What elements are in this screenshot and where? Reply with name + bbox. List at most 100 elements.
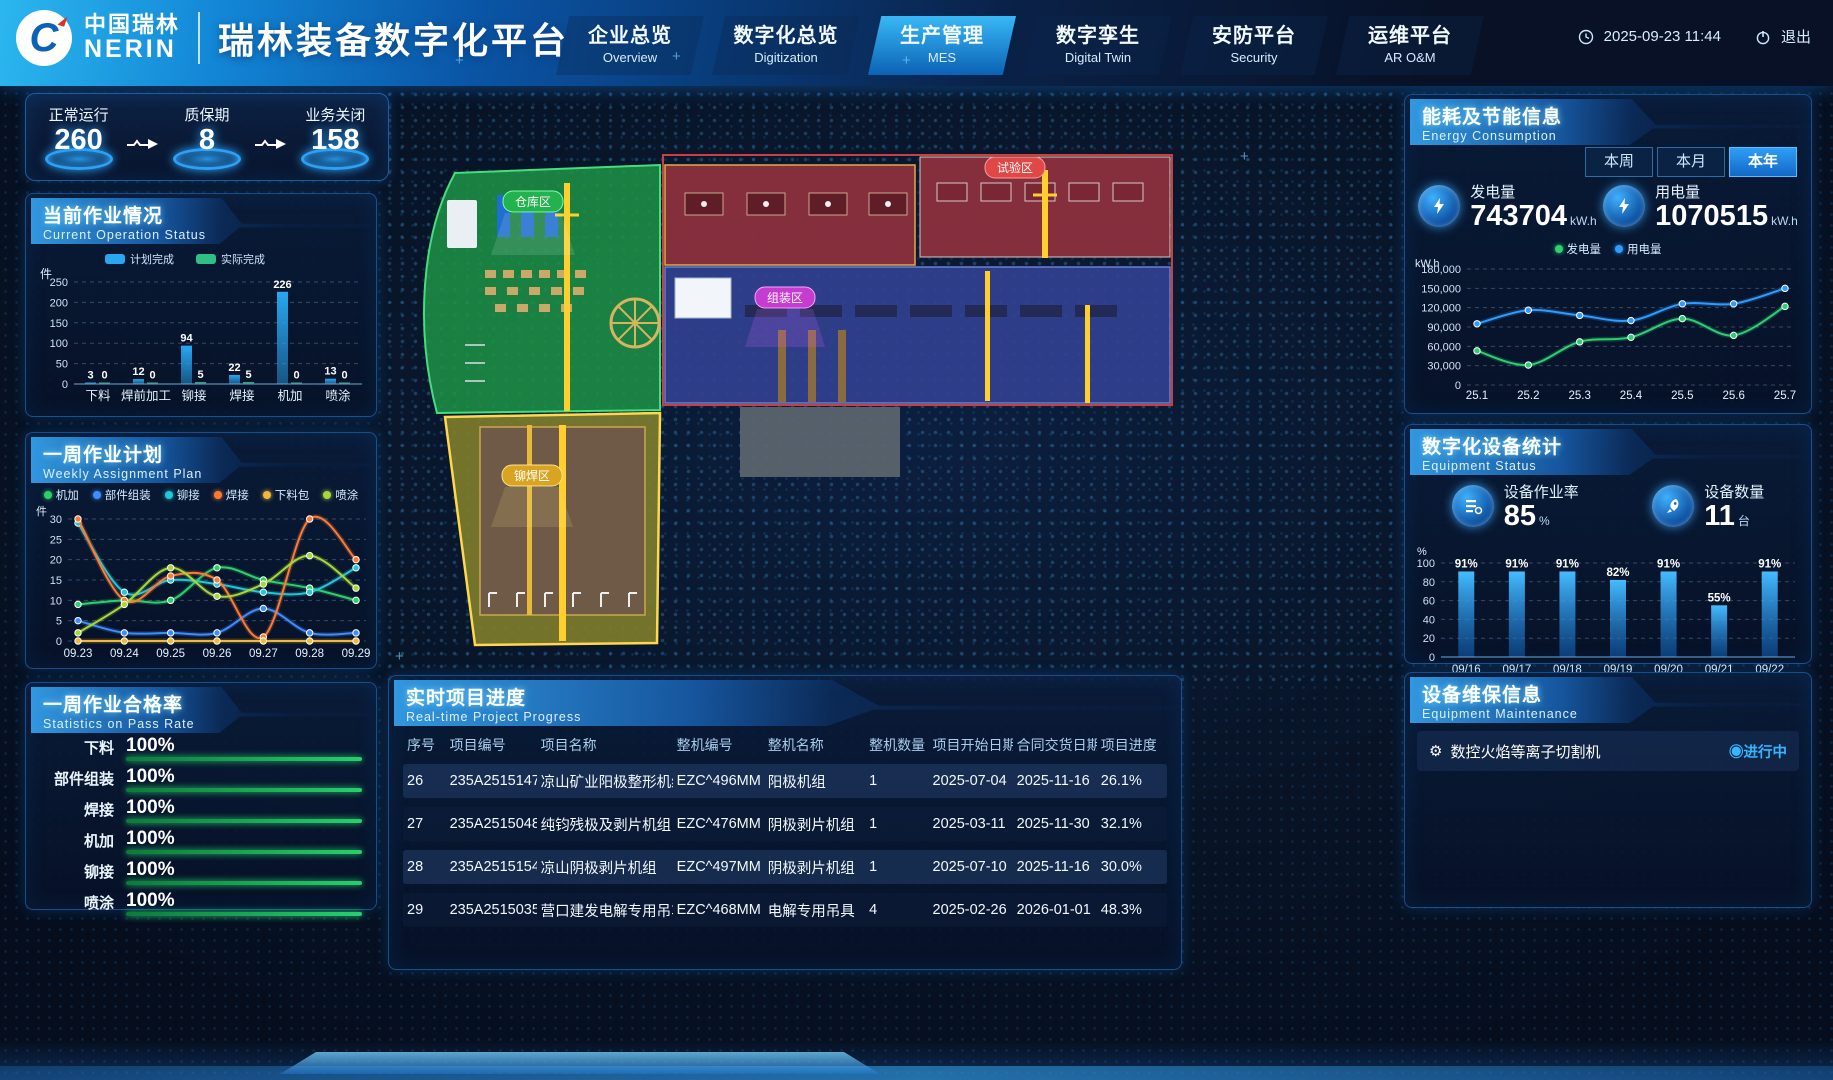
svg-text:180,000: 180,000 xyxy=(1421,264,1461,276)
svg-text:91%: 91% xyxy=(1657,558,1680,570)
svg-text:90,000: 90,000 xyxy=(1427,322,1461,334)
logo: C 中国瑞林 NERIN 瑞林装备数字化平台 xyxy=(16,10,569,66)
progress-bar xyxy=(126,757,362,761)
equipment-panel: 数字化设备统计 Equipment Status 设备作业率 85% 设备数量 … xyxy=(1404,424,1812,664)
svg-text:25.4: 25.4 xyxy=(1620,390,1643,402)
svg-text:铆焊区: 铆焊区 xyxy=(514,468,550,483)
svg-text:09.27: 09.27 xyxy=(249,648,278,660)
svg-text:组装区: 组装区 xyxy=(767,291,803,305)
nav-tab-mes[interactable]: 生产管理MES xyxy=(868,16,1016,75)
svg-text:5: 5 xyxy=(56,616,62,628)
energy-tab[interactable]: 本周 xyxy=(1585,147,1653,177)
svg-text:3: 3 xyxy=(87,370,93,382)
status-dot-icon: ◉ xyxy=(1729,745,1744,761)
nav-tab-digitization[interactable]: 数字化总览Digitization xyxy=(712,16,860,75)
svg-text:25: 25 xyxy=(50,534,62,546)
logo-cn: 中国瑞林 xyxy=(84,13,180,36)
svg-text:13: 13 xyxy=(324,366,336,378)
svg-text:%: % xyxy=(1417,546,1427,558)
metric: 用电量 1070515kW.h xyxy=(1603,181,1798,231)
panel-subtitle: Equipment Status xyxy=(1410,459,1806,473)
progress-bar xyxy=(126,881,362,885)
clock-icon xyxy=(1578,29,1594,45)
legend-item: 焊接 xyxy=(214,487,249,503)
maintenance-item: ⚙ 数控火焰等离子切割机 ◉进行中 xyxy=(1417,731,1799,771)
logo-en: NERIN xyxy=(84,36,180,62)
svg-text:5: 5 xyxy=(245,369,251,381)
panel-subtitle: Energy Consumption xyxy=(1410,129,1806,143)
energy-tab[interactable]: 本月 xyxy=(1657,147,1725,177)
panel-subtitle: Statistics on Pass Rate xyxy=(31,717,371,731)
zone-label-assembly: 组装区 xyxy=(745,287,825,347)
progress-bar xyxy=(126,912,362,916)
pass-rate-list: 下料 100% 部件组装 100% 焊接 100% 机加 100% 铆接 100… xyxy=(36,737,362,923)
equipment-chart: %02040608010091%09/1691%09/1791%09/1882%… xyxy=(1411,543,1805,659)
metric: 设备数量 11台 xyxy=(1652,481,1764,531)
svg-text:09.26: 09.26 xyxy=(203,648,232,660)
gear-icon: ⚙ xyxy=(1429,742,1442,760)
weekly-plan-chart: 件05101520253009.2309.2409.2509.2609.2709… xyxy=(32,505,370,664)
svg-text:计划完成: 计划完成 xyxy=(130,252,174,266)
project-progress-panel: 实时项目进度 Real-time Project Progress 序号项目编号… xyxy=(388,675,1182,970)
svg-text:100: 100 xyxy=(1417,558,1435,570)
pass-rate-row: 下料 100% xyxy=(36,737,362,761)
logout-button[interactable]: 退出 xyxy=(1781,26,1811,47)
panel-subtitle: Equipment Maintenance xyxy=(1410,707,1806,721)
lightning-icon xyxy=(1430,197,1448,215)
svg-text:喷涂: 喷涂 xyxy=(325,388,351,403)
svg-text:试验区: 试验区 xyxy=(997,160,1033,175)
table-row: 26235A2515147凉山矿业阳极整形机组EZC^496MM阳极机组1202… xyxy=(403,764,1167,798)
panel-title: 一周作业合格率 xyxy=(31,687,371,717)
stat-item: 正常运行260 xyxy=(33,104,125,170)
svg-text:件: 件 xyxy=(36,505,47,518)
pass-rate-row: 机加 100% xyxy=(36,830,362,854)
metric: 发电量 743704kW.h xyxy=(1418,181,1596,231)
svg-text:0: 0 xyxy=(101,370,107,382)
svg-text:0: 0 xyxy=(341,370,347,382)
metric: 设备作业率 85% xyxy=(1452,481,1579,531)
legend-item: 机加 xyxy=(44,487,79,503)
svg-text:40: 40 xyxy=(1423,614,1435,626)
svg-text:焊接: 焊接 xyxy=(229,388,255,403)
nav-tab-overview[interactable]: 企业总览Overview xyxy=(556,16,704,75)
nav-tab-security[interactable]: 安防平台Security xyxy=(1180,16,1328,75)
svg-text:150,000: 150,000 xyxy=(1421,283,1461,295)
energy-panel: 能耗及节能信息 Energy Consumption 本周本月本年 发电量 74… xyxy=(1404,94,1812,414)
svg-text:铆接: 铆接 xyxy=(181,388,207,403)
progress-bar xyxy=(126,788,362,792)
pass-rate-row: 部件组装 100% xyxy=(36,768,362,792)
page-title: 瑞林装备数字化平台 xyxy=(218,12,569,64)
svg-text:12: 12 xyxy=(132,366,144,378)
logout-icon[interactable] xyxy=(1755,29,1771,45)
svg-text:0: 0 xyxy=(62,379,68,391)
logo-divider xyxy=(198,12,200,64)
energy-metrics: 发电量 743704kW.h 用电量 1070515kW.h xyxy=(1415,181,1801,231)
pass-rate-row: 喷涂 100% xyxy=(36,892,362,916)
svg-text:仓库区: 仓库区 xyxy=(515,194,551,209)
svg-text:25.6: 25.6 xyxy=(1722,390,1744,402)
svg-text:120,000: 120,000 xyxy=(1421,303,1461,315)
header: C 中国瑞林 NERIN 瑞林装备数字化平台 企业总览Overview数字化总览… xyxy=(0,0,1833,86)
energy-range-tabs: 本周本月本年 xyxy=(1585,147,1797,177)
checklist-icon xyxy=(1463,496,1483,516)
factory-3d-map[interactable]: 仓库区 试验区 组装区 铆焊区 xyxy=(385,95,1395,670)
svg-text:0: 0 xyxy=(1429,652,1435,664)
status-badge: 进行中 xyxy=(1744,745,1788,761)
legend-item: 喷涂 xyxy=(323,487,358,503)
nav-tab-digital-twin[interactable]: 数字孪生Digital Twin xyxy=(1024,16,1172,75)
svg-text:250: 250 xyxy=(50,277,68,289)
legend-item: 部件组装 xyxy=(93,487,151,503)
nav-tab-ar-o-m[interactable]: 运维平台AR O&M xyxy=(1336,16,1484,75)
status-summary: 正常运行260质保期8业务关闭158 xyxy=(25,93,389,181)
current-operation-chart: 计划完成实际完成件050100150200250下料30焊前加工120铆接945… xyxy=(32,244,370,412)
svg-text:25.1: 25.1 xyxy=(1466,390,1488,402)
panel-subtitle: Real-time Project Progress xyxy=(394,710,1176,724)
svg-text:50: 50 xyxy=(56,359,68,371)
maintenance-panel: 设备维保信息 Equipment Maintenance ⚙ 数控火焰等离子切割… xyxy=(1404,672,1812,908)
svg-text:25.5: 25.5 xyxy=(1671,390,1693,402)
svg-text:60,000: 60,000 xyxy=(1427,341,1461,353)
energy-legend: 发电量用电量 xyxy=(1405,241,1811,257)
energy-tab[interactable]: 本年 xyxy=(1729,147,1797,177)
progress-bar xyxy=(126,819,362,823)
panel-title: 一周作业计划 xyxy=(31,437,371,467)
